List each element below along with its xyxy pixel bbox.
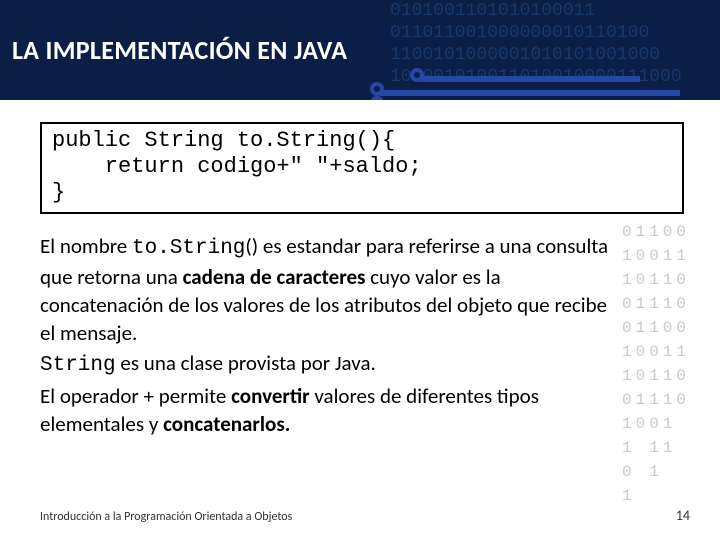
code-block: public String to.String(){ return codigo… <box>40 122 684 214</box>
explanation-text: El nombre to.String() es estandar para r… <box>40 232 620 438</box>
footer-text: Introducción a la Programación Orientada… <box>40 510 292 524</box>
slide-header: 0101001101010100011 01101100100000001011… <box>0 0 720 100</box>
paragraph-2: String es una clase provista por Java. <box>40 349 620 380</box>
slide-body: public String to.String(){ return codigo… <box>0 100 720 438</box>
paragraph-1: El nombre to.String() es estandar para r… <box>40 232 620 347</box>
inline-code-tostring: to.String <box>132 237 245 260</box>
bold-cadena: cadena de caracteres <box>183 264 366 290</box>
page-title: LA IMPLEMENTACIÓN EN JAVA <box>12 34 347 66</box>
text: El operador + permite <box>40 383 231 409</box>
circuit-decoration <box>380 60 720 100</box>
inline-code-string: String <box>40 354 116 377</box>
slide: 0101001101010100011 01101100100000001011… <box>0 0 720 540</box>
paragraph-3: El operador + permite convertir valores … <box>40 382 620 438</box>
text: es una clase provista por Java. <box>116 350 376 376</box>
bold-convertir: convertir <box>231 383 309 409</box>
bold-concatenarlos: concatenarlos. <box>163 411 290 437</box>
text: El nombre <box>40 233 132 259</box>
side-binary-pattern: 01100 10011 10110 01110 01100 10011 1011… <box>622 220 712 508</box>
page-number: 14 <box>676 507 690 524</box>
